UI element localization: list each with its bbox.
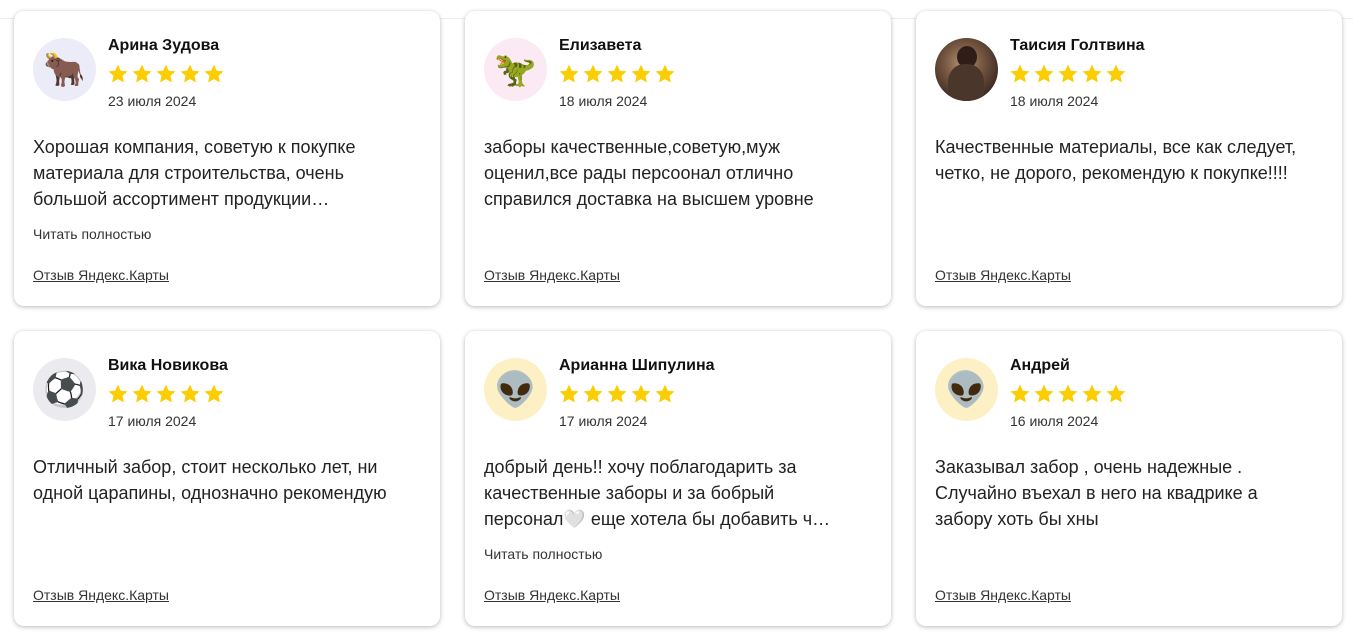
star-icon xyxy=(108,384,128,403)
star-icon xyxy=(1034,64,1054,83)
star-icon xyxy=(1082,64,1102,83)
star-icon xyxy=(631,64,651,83)
star-icon xyxy=(180,64,200,83)
star-icon xyxy=(583,64,603,83)
rating-stars xyxy=(1009,63,1127,85)
reviewer-name: Арианна Шипулина xyxy=(559,357,715,374)
review-date: 16 июля 2024 xyxy=(1010,413,1099,429)
star-icon xyxy=(1010,64,1030,83)
star-icon xyxy=(1082,384,1102,403)
review-source-link[interactable]: Отзыв Яндекс.Карты xyxy=(935,267,1071,283)
review-card: Таисия Голтвина 18 июля 2024 Качественны… xyxy=(916,11,1342,306)
read-more-link[interactable]: Читать полностью xyxy=(33,226,151,242)
reviewer-name: Арина Зудова xyxy=(108,37,220,54)
avatar: 👽 xyxy=(935,358,998,421)
star-icon xyxy=(559,64,579,83)
star-icon xyxy=(631,384,651,403)
rating-stars xyxy=(1009,383,1127,405)
reviews-grid: 🐂 Арина Зудова 23 июля 2024 Хорошая комп… xyxy=(14,11,1342,626)
reviewer-name: Таисия Голтвина xyxy=(1010,37,1145,54)
review-source-link[interactable]: Отзыв Яндекс.Карты xyxy=(33,267,169,283)
star-icon xyxy=(655,384,675,403)
rating-stars xyxy=(558,63,676,85)
review-date: 18 июля 2024 xyxy=(559,93,648,109)
star-icon xyxy=(1010,384,1030,403)
review-text: Заказывал забор , очень надежные . Случа… xyxy=(935,457,1258,529)
review-date: 17 июля 2024 xyxy=(108,413,197,429)
avatar: 🦖 xyxy=(484,38,547,101)
star-icon xyxy=(132,384,152,403)
star-icon xyxy=(156,384,176,403)
review-card: 🐂 Арина Зудова 23 июля 2024 Хорошая комп… xyxy=(14,11,440,306)
star-icon xyxy=(607,384,627,403)
star-icon xyxy=(1034,384,1054,403)
star-icon xyxy=(204,64,224,83)
star-icon xyxy=(204,384,224,403)
review-source-link[interactable]: Отзыв Яндекс.Карты xyxy=(33,587,169,603)
star-icon xyxy=(607,64,627,83)
review-source-link[interactable]: Отзыв Яндекс.Карты xyxy=(935,587,1071,603)
review-card: 👽 Арианна Шипулина 17 июля 2024 добрый д… xyxy=(465,331,891,626)
review-card: ⚽ Вика Новикова 17 июля 2024 Отличный за… xyxy=(14,331,440,626)
star-icon xyxy=(583,384,603,403)
avatar xyxy=(935,38,998,101)
review-card: 🦖 Елизавета 18 июля 2024 заборы качестве… xyxy=(465,11,891,306)
avatar: 👽 xyxy=(484,358,547,421)
star-icon xyxy=(156,64,176,83)
review-card: 👽 Андрей 16 июля 2024 Заказывал забор , … xyxy=(916,331,1342,626)
star-icon xyxy=(559,384,579,403)
review-text: заборы качественные,советую,муж оценил,в… xyxy=(484,137,814,209)
star-icon xyxy=(655,64,675,83)
review-text: Отличный забор, стоит несколько лет, ни … xyxy=(33,457,387,503)
star-icon xyxy=(1106,64,1126,83)
review-text: Хорошая компания, советую к покупке мате… xyxy=(33,137,356,209)
star-icon xyxy=(1058,384,1078,403)
avatar: ⚽ xyxy=(33,358,96,421)
dinosaur-emoji-icon: 🦖 xyxy=(494,49,537,90)
star-icon xyxy=(1058,64,1078,83)
review-date: 23 июля 2024 xyxy=(108,93,197,109)
soccer-ball-emoji-icon: ⚽ xyxy=(43,369,86,410)
star-icon xyxy=(180,384,200,403)
avatar: 🐂 xyxy=(33,38,96,101)
star-icon xyxy=(132,64,152,83)
read-more-link[interactable]: Читать полностью xyxy=(484,546,602,562)
alien-emoji-icon: 👽 xyxy=(494,369,537,410)
reviewer-name: Елизавета xyxy=(559,37,642,54)
alien-emoji-icon: 👽 xyxy=(945,369,988,410)
rating-stars xyxy=(558,383,676,405)
rating-stars xyxy=(107,383,225,405)
rating-stars xyxy=(107,63,225,85)
review-text: Качественные материалы, все как следует,… xyxy=(935,137,1297,183)
star-icon xyxy=(1106,384,1126,403)
reviewer-name: Андрей xyxy=(1010,357,1070,374)
review-date: 18 июля 2024 xyxy=(1010,93,1099,109)
reviewer-name: Вика Новикова xyxy=(108,357,228,374)
review-source-link[interactable]: Отзыв Яндекс.Карты xyxy=(484,587,620,603)
review-date: 17 июля 2024 xyxy=(559,413,648,429)
review-source-link[interactable]: Отзыв Яндекс.Карты xyxy=(484,267,620,283)
star-icon xyxy=(108,64,128,83)
ox-emoji-icon: 🐂 xyxy=(43,49,86,90)
review-text: добрый день!! хочу поблагодарить за каче… xyxy=(484,457,831,529)
user-photo-icon xyxy=(935,38,998,101)
